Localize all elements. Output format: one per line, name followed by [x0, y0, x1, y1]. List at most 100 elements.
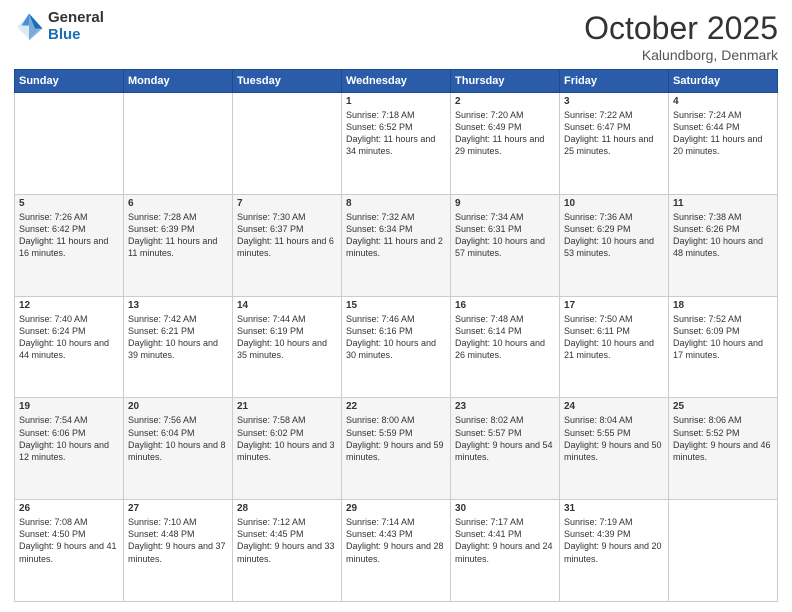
- logo-general-text: General: [48, 10, 104, 27]
- day-number: 16: [455, 300, 555, 311]
- day-number: 4: [673, 96, 773, 107]
- day-info: Sunrise: 7:56 AMSunset: 6:04 PMDaylight:…: [128, 415, 226, 461]
- title-block: October 2025 Kalundborg, Denmark: [584, 10, 778, 63]
- day-number: 5: [19, 198, 119, 209]
- day-number: 24: [564, 401, 664, 412]
- calendar-cell: 31 Sunrise: 7:19 AMSunset: 4:39 PMDayligh…: [560, 500, 669, 602]
- calendar-cell: 22Sunrise: 8:00 AMSunset: 5:59 PMDayligh…: [342, 398, 451, 500]
- day-info: Sunrise: 7:24 AMSunset: 6:44 PMDaylight:…: [673, 110, 762, 156]
- day-info: Sunrise: 7:52 AMSunset: 6:09 PMDaylight:…: [673, 314, 763, 360]
- calendar-table: SundayMondayTuesdayWednesdayThursdayFrid…: [14, 69, 778, 602]
- day-header-monday: Monday: [124, 70, 233, 93]
- calendar-cell: [124, 93, 233, 195]
- calendar-cell: 27 Sunrise: 7:10 AMSunset: 4:48 PMDayligh…: [124, 500, 233, 602]
- calendar-week-1: 1Sunrise: 7:18 AMSunset: 6:52 PMDaylight…: [15, 93, 778, 195]
- calendar-week-3: 12Sunrise: 7:40 AMSunset: 6:24 PMDayligh…: [15, 296, 778, 398]
- calendar-cell: 28 Sunrise: 7:12 AMSunset: 4:45 PMDayligh…: [233, 500, 342, 602]
- day-info: Sunrise: 7:58 AMSunset: 6:02 PMDaylight:…: [237, 415, 335, 461]
- calendar-cell: 2 Sunrise: 7:20 AMSunset: 6:49 PMDaylight…: [451, 93, 560, 195]
- calendar-cell: [233, 93, 342, 195]
- day-info: Sunrise: 7:08 AMSunset: 4:50 PMDaylight:…: [19, 517, 117, 563]
- day-info: Sunrise: 7:20 AMSunset: 6:49 PMDaylight:…: [455, 110, 544, 156]
- day-number: 27: [128, 503, 228, 514]
- calendar-cell: 25 Sunrise: 8:06 AMSunset: 5:52 PMDayligh…: [669, 398, 778, 500]
- day-number: 14: [237, 300, 337, 311]
- calendar-cell: 5Sunrise: 7:26 AMSunset: 6:42 PMDaylight…: [15, 194, 124, 296]
- day-info: Sunrise: 7:32 AMSunset: 6:34 PMDaylight:…: [346, 212, 443, 258]
- day-number: 3: [564, 96, 664, 107]
- day-number: 8: [346, 198, 446, 209]
- day-number: 13: [128, 300, 228, 311]
- day-number: 21: [237, 401, 337, 412]
- day-number: 7: [237, 198, 337, 209]
- day-header-tuesday: Tuesday: [233, 70, 342, 93]
- day-info: Sunrise: 7:54 AMSunset: 6:06 PMDaylight:…: [19, 415, 109, 461]
- day-number: 17: [564, 300, 664, 311]
- day-info: Sunrise: 7:44 AMSunset: 6:19 PMDaylight:…: [237, 314, 327, 360]
- day-info: Sunrise: 8:06 AMSunset: 5:52 PMDaylight:…: [673, 415, 771, 461]
- day-info: Sunrise: 7:14 AMSunset: 4:43 PMDaylight:…: [346, 517, 444, 563]
- day-info: Sunrise: 7:17 AMSunset: 4:41 PMDaylight:…: [455, 517, 553, 563]
- calendar-cell: 18 Sunrise: 7:52 AMSunset: 6:09 PMDayligh…: [669, 296, 778, 398]
- day-info: Sunrise: 7:22 AMSunset: 6:47 PMDaylight:…: [564, 110, 653, 156]
- calendar-cell: 16 Sunrise: 7:48 AMSunset: 6:14 PMDayligh…: [451, 296, 560, 398]
- day-number: 9: [455, 198, 555, 209]
- month-title: October 2025: [584, 10, 778, 47]
- calendar-cell: 26Sunrise: 7:08 AMSunset: 4:50 PMDayligh…: [15, 500, 124, 602]
- day-info: Sunrise: 7:42 AMSunset: 6:21 PMDaylight:…: [128, 314, 218, 360]
- calendar-cell: 9 Sunrise: 7:34 AMSunset: 6:31 PMDaylight…: [451, 194, 560, 296]
- day-info: Sunrise: 7:46 AMSunset: 6:16 PMDaylight:…: [346, 314, 436, 360]
- calendar-cell: 30 Sunrise: 7:17 AMSunset: 4:41 PMDayligh…: [451, 500, 560, 602]
- header: General Blue October 2025 Kalundborg, De…: [14, 10, 778, 63]
- day-info: Sunrise: 7:10 AMSunset: 4:48 PMDaylight:…: [128, 517, 226, 563]
- calendar-header-row: SundayMondayTuesdayWednesdayThursdayFrid…: [15, 70, 778, 93]
- day-number: 28: [237, 503, 337, 514]
- calendar-cell: [15, 93, 124, 195]
- day-info: Sunrise: 7:38 AMSunset: 6:26 PMDaylight:…: [673, 212, 763, 258]
- day-info: Sunrise: 7:34 AMSunset: 6:31 PMDaylight:…: [455, 212, 545, 258]
- day-info: Sunrise: 7:19 AMSunset: 4:39 PMDaylight:…: [564, 517, 662, 563]
- calendar-cell: 4 Sunrise: 7:24 AMSunset: 6:44 PMDaylight…: [669, 93, 778, 195]
- day-number: 31: [564, 503, 664, 514]
- calendar-cell: 7 Sunrise: 7:30 AMSunset: 6:37 PMDaylight…: [233, 194, 342, 296]
- day-number: 6: [128, 198, 228, 209]
- day-number: 25: [673, 401, 773, 412]
- calendar-cell: 11 Sunrise: 7:38 AMSunset: 6:26 PMDayligh…: [669, 194, 778, 296]
- day-info: Sunrise: 8:04 AMSunset: 5:55 PMDaylight:…: [564, 415, 662, 461]
- day-number: 23: [455, 401, 555, 412]
- calendar-cell: 1Sunrise: 7:18 AMSunset: 6:52 PMDaylight…: [342, 93, 451, 195]
- logo-text: General Blue: [48, 10, 104, 43]
- day-info: Sunrise: 7:28 AMSunset: 6:39 PMDaylight:…: [128, 212, 217, 258]
- calendar-cell: 3 Sunrise: 7:22 AMSunset: 6:47 PMDaylight…: [560, 93, 669, 195]
- day-header-thursday: Thursday: [451, 70, 560, 93]
- logo-blue-text: Blue: [48, 27, 104, 44]
- calendar-cell: 20Sunrise: 7:56 AMSunset: 6:04 PMDayligh…: [124, 398, 233, 500]
- day-number: 22: [346, 401, 446, 412]
- calendar-cell: [669, 500, 778, 602]
- day-info: Sunrise: 7:12 AMSunset: 4:45 PMDaylight:…: [237, 517, 335, 563]
- calendar-cell: 23Sunrise: 8:02 AMSunset: 5:57 PMDayligh…: [451, 398, 560, 500]
- day-info: Sunrise: 7:30 AMSunset: 6:37 PMDaylight:…: [237, 212, 334, 258]
- day-number: 10: [564, 198, 664, 209]
- calendar-cell: 6 Sunrise: 7:28 AMSunset: 6:39 PMDaylight…: [124, 194, 233, 296]
- day-number: 18: [673, 300, 773, 311]
- day-number: 30: [455, 503, 555, 514]
- day-number: 19: [19, 401, 119, 412]
- day-number: 12: [19, 300, 119, 311]
- day-header-sunday: Sunday: [15, 70, 124, 93]
- calendar-cell: 14 Sunrise: 7:44 AMSunset: 6:19 PMDayligh…: [233, 296, 342, 398]
- calendar-cell: 24 Sunrise: 8:04 AMSunset: 5:55 PMDayligh…: [560, 398, 669, 500]
- calendar-cell: 15Sunrise: 7:46 AMSunset: 6:16 PMDayligh…: [342, 296, 451, 398]
- day-header-friday: Friday: [560, 70, 669, 93]
- logo: General Blue: [14, 10, 104, 43]
- calendar-week-5: 26Sunrise: 7:08 AMSunset: 4:50 PMDayligh…: [15, 500, 778, 602]
- day-number: 29: [346, 503, 446, 514]
- page: General Blue October 2025 Kalundborg, De…: [0, 0, 792, 612]
- location: Kalundborg, Denmark: [584, 47, 778, 63]
- day-info: Sunrise: 7:48 AMSunset: 6:14 PMDaylight:…: [455, 314, 545, 360]
- day-number: 11: [673, 198, 773, 209]
- day-number: 2: [455, 96, 555, 107]
- calendar-cell: 10Sunrise: 7:36 AMSunset: 6:29 PMDayligh…: [560, 194, 669, 296]
- calendar-cell: 8 Sunrise: 7:32 AMSunset: 6:34 PMDaylight…: [342, 194, 451, 296]
- day-header-wednesday: Wednesday: [342, 70, 451, 93]
